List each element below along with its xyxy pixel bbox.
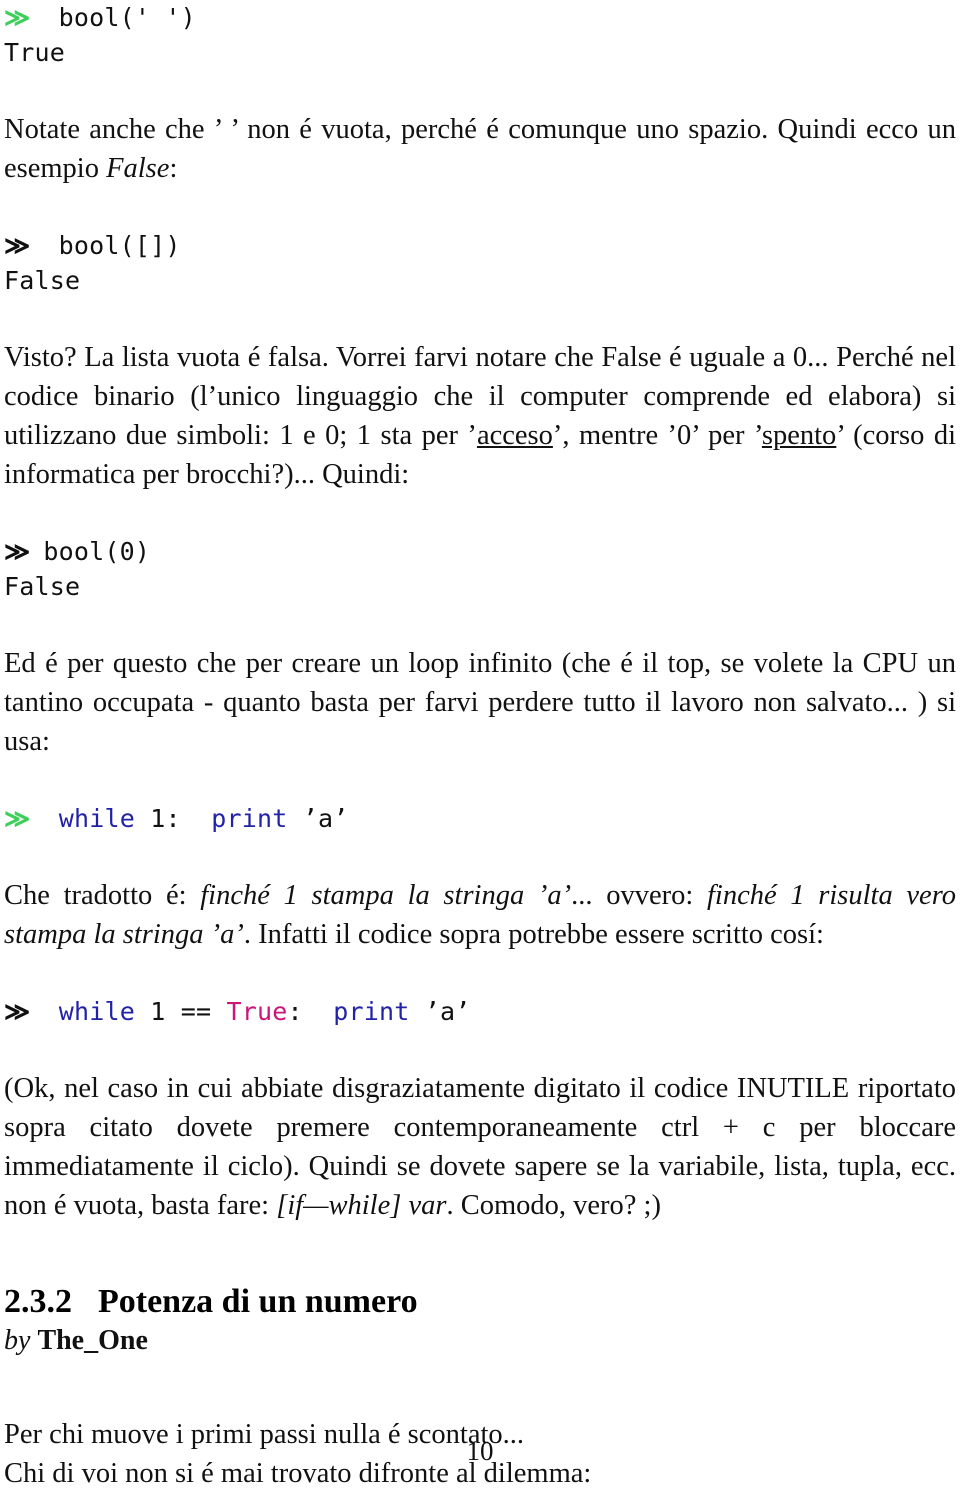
keyword-while: while [58,997,135,1026]
para-text-part: ... ovvero: [571,880,707,911]
code-output-false: False [4,263,956,298]
paragraph-notate-anche: Notate anche che ’ ’ non é vuota, perché… [4,110,956,188]
paragraph-visto-lista-vuota: Visto? La lista vuota é falsa. Vorrei fa… [4,338,956,494]
document-page: ≫ bool(' ') True Notate anche che ’ ’ no… [0,0,960,1489]
code-block-while-1-eq-true: ≫ while 1 == True: print ’a’ [4,994,956,1029]
code-line-text: 1 == [134,997,227,1026]
code-block-bool-list: ≫ bool([]) [4,228,956,263]
byline-label: by [4,1325,31,1356]
keyword-print: print [211,804,288,833]
para-emph-finche-1: finché 1 stampa la stringa ’a’ [200,880,572,911]
code-output-true: True [4,35,956,70]
code-block-while-1-print: ≫ while 1: print ’a’ [4,801,956,836]
para-text-part: : [169,153,178,184]
code-output-text: True [4,38,66,67]
section-byline: by The_One [4,1323,956,1359]
para-text-part: . Infatti il codice sopra potrebbe esser… [243,919,824,950]
code-line-text: ’a’ [287,804,349,833]
code-block-bool-zero: ≫ bool(0) [4,534,956,569]
code-line-text: ’a’ [409,997,471,1026]
section-heading: 2.3.2 Potenza di un numero [4,1281,956,1323]
code-output-text: False [4,572,81,601]
para-emph-false: False [106,153,170,184]
paragraph-ok-nel-caso: (Ok, nel caso in cui abbiate disgraziata… [4,1069,956,1225]
literal-true: True [226,997,288,1026]
paragraph-che-tradotto: Che tradotto é: finché 1 stampa la strin… [4,876,956,954]
paragraph-loop-infinito: Ed é per questo che per creare un loop i… [4,644,956,761]
section-number: 2.3.2 [4,1283,72,1320]
para-underline-acceso: acceso [476,420,553,451]
byline-author: The_One [37,1325,148,1356]
code-output-text: False [4,266,81,295]
para-text-part: Che tradotto é: [4,880,201,911]
keyword-while: while [58,804,135,833]
python-prompt-icon: ≫ [4,537,30,566]
page-number: 10 [466,1436,494,1466]
code-output-false: False [4,569,956,604]
code-block-bool-space: ≫ bool(' ') [4,0,956,35]
python-prompt-icon: ≫ [4,804,30,833]
python-prompt-icon: ≫ [4,231,30,260]
code-line-text: 1: [134,804,212,833]
para-underline-spento: spento [761,420,837,451]
para-text-part: Ed é per questo che per creare un loop i… [4,648,956,757]
python-prompt-icon: ≫ [4,997,30,1026]
para-text-part: ’, mentre ’0’ per ’ [552,420,762,451]
code-line-text: : [287,997,334,1026]
keyword-print: print [333,997,410,1026]
code-line-text: bool([]) [28,231,181,260]
para-emph-if-while-var: [if—while] var [276,1190,447,1221]
code-line-text: bool(0) [28,537,151,566]
python-prompt-icon: ≫ [4,3,30,32]
code-line-text: bool(' ') [28,3,196,32]
para-text-part: . Comodo, vero? ;) [446,1190,661,1221]
section-title: Potenza di un numero [98,1283,418,1320]
